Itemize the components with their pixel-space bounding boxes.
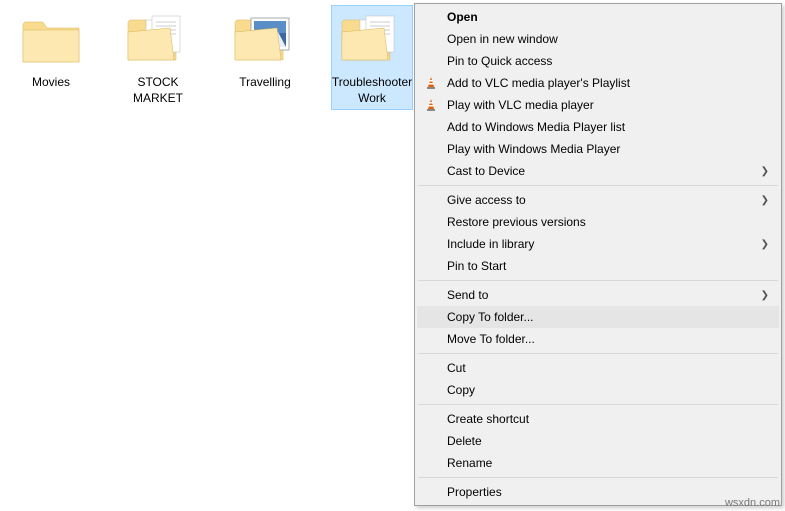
menu-item-label: Restore previous versions <box>447 215 586 229</box>
menu-item[interactable]: Play with Windows Media Player <box>417 138 779 160</box>
context-menu: Open Open in new window Pin to Quick acces… <box>414 3 782 506</box>
menu-item[interactable]: Copy To folder... <box>417 306 779 328</box>
menu-item[interactable]: Copy <box>417 379 779 401</box>
menu-item-label: Include in library <box>447 237 534 251</box>
menu-item-label: Copy To folder... <box>447 310 534 324</box>
folder-item[interactable]: STOCK MARKET <box>117 5 199 110</box>
menu-item-label: Play with Windows Media Player <box>447 142 620 156</box>
folder-item[interactable]: Movies <box>10 5 92 110</box>
menu-separator <box>418 185 778 186</box>
menu-item-label: Create shortcut <box>447 412 529 426</box>
menu-item-label: Delete <box>447 434 482 448</box>
menu-item[interactable]: Give access to ❯ <box>417 189 779 211</box>
menu-item-label: Open in new window <box>447 32 558 46</box>
folder-icon <box>233 9 297 73</box>
menu-item[interactable]: Pin to Start <box>417 255 779 277</box>
chevron-right-icon: ❯ <box>761 239 769 250</box>
folder-item[interactable]: Troubleshooter Work <box>331 5 413 110</box>
menu-item-label: Add to VLC media player's Playlist <box>447 76 630 90</box>
menu-item[interactable]: Create shortcut <box>417 408 779 430</box>
menu-separator <box>418 353 778 354</box>
chevron-right-icon: ❯ <box>761 195 769 206</box>
folder-label: STOCK MARKET <box>119 75 197 106</box>
menu-item-label: Pin to Start <box>447 259 506 273</box>
watermark: wsxdn.com <box>725 497 780 509</box>
menu-item-label: Move To folder... <box>447 332 535 346</box>
menu-item-label: Pin to Quick access <box>447 54 552 68</box>
menu-separator <box>418 280 778 281</box>
menu-item[interactable]: Open in new window <box>417 28 779 50</box>
chevron-right-icon: ❯ <box>761 166 769 177</box>
menu-item-label: Add to Windows Media Player list <box>447 120 625 134</box>
folder-label: Troubleshooter Work <box>332 75 412 106</box>
menu-item[interactable]: Add to VLC media player's Playlist <box>417 72 779 94</box>
menu-separator <box>418 404 778 405</box>
menu-item[interactable]: Delete <box>417 430 779 452</box>
menu-item[interactable]: Cut <box>417 357 779 379</box>
menu-item-label: Send to <box>447 288 488 302</box>
menu-item[interactable]: Send to ❯ <box>417 284 779 306</box>
folder-icon <box>19 9 83 73</box>
menu-item-label: Copy <box>447 383 475 397</box>
folder-icon <box>340 9 404 73</box>
chevron-right-icon: ❯ <box>761 290 769 301</box>
menu-item-label: Play with VLC media player <box>447 98 594 112</box>
menu-separator <box>418 477 778 478</box>
folder-label: Movies <box>32 75 70 91</box>
menu-item-label: Properties <box>447 485 502 499</box>
menu-item[interactable]: Rename <box>417 452 779 474</box>
menu-item[interactable]: Pin to Quick access <box>417 50 779 72</box>
menu-item-label: Give access to <box>447 193 526 207</box>
menu-item[interactable]: Open <box>417 6 779 28</box>
menu-item[interactable]: Move To folder... <box>417 328 779 350</box>
menu-item-label: Cast to Device <box>447 164 525 178</box>
menu-item[interactable]: Add to Windows Media Player list <box>417 116 779 138</box>
menu-item-label: Open <box>447 10 478 24</box>
vlc-icon <box>423 97 439 113</box>
menu-item[interactable]: Play with VLC media player <box>417 94 779 116</box>
menu-item[interactable]: Include in library ❯ <box>417 233 779 255</box>
menu-item[interactable]: Cast to Device ❯ <box>417 160 779 182</box>
folder-icon <box>126 9 190 73</box>
menu-item-label: Rename <box>447 456 492 470</box>
folder-label: Travelling <box>239 75 291 91</box>
menu-item-label: Cut <box>447 361 466 375</box>
vlc-icon <box>423 75 439 91</box>
menu-item[interactable]: Restore previous versions <box>417 211 779 233</box>
folder-item[interactable]: Travelling <box>224 5 306 110</box>
